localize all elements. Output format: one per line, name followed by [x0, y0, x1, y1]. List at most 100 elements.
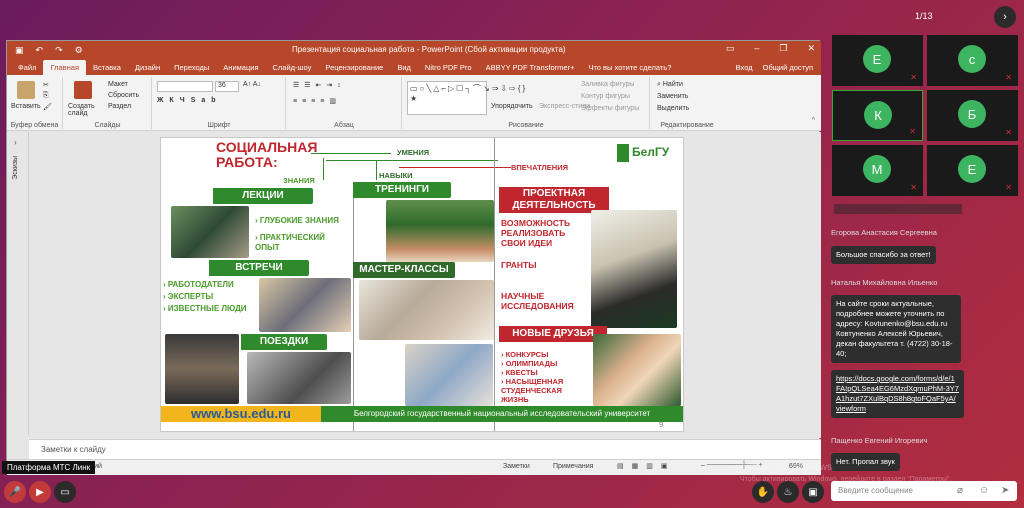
shape-fill-button[interactable]: Заливка фигуры — [581, 81, 634, 88]
new-slide-button[interactable]: Создать слайд — [68, 103, 106, 117]
shapes-gallery[interactable]: ▭○╲△⌐▷☐┐⌒↘⇒⇩⇨{}★ — [407, 81, 525, 115]
impressions-label: ВПЕЧАТЛЕНИЯ — [511, 163, 568, 172]
tell-me-search[interactable]: Что вы хотите сделать? — [581, 63, 678, 75]
editing-group: ⌕ Найти Заменить Выделить Редактирование — [651, 77, 723, 129]
participant-tile[interactable]: М ✕ — [832, 145, 923, 196]
form-link[interactable]: https://docs.google.com/forms/d/e/1FAIpQ… — [836, 374, 959, 413]
cut-icon[interactable]: ✂ — [43, 81, 49, 89]
chat-input[interactable]: Введите сообщение ⌀ ☺ ➤ — [831, 481, 1017, 501]
projects-photo — [591, 210, 677, 328]
tab-file[interactable]: Файл — [11, 63, 43, 75]
mic-off-icon: ✕ — [910, 183, 917, 192]
chat-author: Пащенко Евгений Игоревич — [831, 436, 928, 445]
chat-input-placeholder: Введите сообщение — [838, 486, 913, 495]
send-icon[interactable]: ➤ — [1001, 485, 1009, 496]
layout-button[interactable]: ▣ — [802, 481, 824, 503]
friends-banner: НОВЫЕ ДРУЗЬЯ — [499, 326, 607, 342]
expand-icon[interactable]: › — [14, 138, 17, 147]
tab-view[interactable]: Вид — [390, 63, 418, 75]
reactions-button[interactable]: ♨ — [777, 481, 799, 503]
participant-tile[interactable]: Е ✕ — [832, 35, 923, 86]
shape-outline-button[interactable]: Контур фигуры — [581, 93, 630, 100]
tab-home[interactable]: Главная — [43, 60, 86, 75]
participant-tile[interactable]: Б ✕ — [927, 90, 1018, 141]
divider — [494, 138, 495, 431]
meetings-item: › РАБОТОДАТЕЛИ — [163, 280, 234, 289]
font-grow-icon[interactable]: A↑ A↓ — [243, 81, 261, 88]
participant-tile[interactable]: К ✕ — [832, 90, 923, 141]
minimize-icon[interactable]: – — [754, 43, 759, 54]
next-slide-button[interactable]: › — [994, 6, 1016, 28]
status-bar: кий Заметки Примечания ▤▦▥▣ – ───────┼──… — [7, 459, 821, 475]
reset-button[interactable]: Сбросить — [108, 92, 139, 99]
arrange-button[interactable]: Упорядочить — [491, 103, 533, 110]
share-button[interactable]: Общий доступ — [763, 63, 813, 72]
meetings-banner: ВСТРЕЧИ — [209, 260, 309, 276]
replace-button[interactable]: Заменить — [657, 93, 688, 100]
shield-icon — [617, 144, 629, 162]
attach-icon[interactable]: ⌀ — [957, 485, 963, 496]
raise-hand-button[interactable]: ✋ — [752, 481, 774, 503]
tab-transitions[interactable]: Переходы — [167, 63, 216, 75]
comments-toggle[interactable]: Примечания — [553, 463, 593, 470]
paragraph-group-label: Абзац — [334, 122, 354, 129]
new-slide-icon[interactable] — [74, 81, 92, 99]
notes-pane[interactable]: Заметки к слайду — [29, 439, 821, 459]
mic-off-icon: ✕ — [910, 73, 917, 82]
tab-nitro[interactable]: Nitro PDF Pro — [418, 63, 479, 75]
font-size-select[interactable]: 36 — [215, 81, 239, 92]
align-buttons[interactable]: ≡≡≡≡▥ — [293, 97, 341, 105]
undo-icon[interactable]: ↶ — [36, 45, 44, 56]
section-button[interactable]: Раздел — [108, 103, 131, 110]
lectures-item: › ПРАКТИЧЕСКИЙ ОПЫТ — [255, 233, 325, 252]
copy-icon[interactable]: ⎘ — [43, 92, 49, 100]
tab-design[interactable]: Дизайн — [128, 63, 167, 75]
divider — [353, 188, 354, 431]
mic-toggle-button[interactable]: 🎤 — [4, 481, 26, 503]
maximize-icon[interactable]: ❐ — [779, 43, 787, 54]
hand-icon: ✋ — [756, 486, 770, 498]
thumbnail-pane[interactable]: › Эскизы — [7, 132, 29, 435]
find-button[interactable]: ⌕ Найти — [657, 81, 683, 89]
tab-insert[interactable]: Вставка — [86, 63, 128, 75]
participant-tile[interactable]: с ✕ — [927, 35, 1018, 86]
select-button[interactable]: Выделить — [657, 105, 689, 112]
tab-abbyy[interactable]: ABBYY PDF Transformer+ — [479, 63, 582, 75]
masterclasses-photo — [359, 280, 494, 340]
slide-title: СОЦИАЛЬНАЯ РАБОТА: — [216, 139, 318, 170]
slides-group-label: Слайды — [94, 122, 121, 129]
close-icon[interactable]: ✕ — [807, 43, 815, 54]
customize-icon[interactable]: ⚙ — [75, 45, 83, 56]
shape-effects-button[interactable]: Эффекты фигуры — [581, 105, 639, 112]
drawing-group-label: Рисование — [508, 122, 544, 129]
font-name-select[interactable] — [157, 81, 213, 92]
slide[interactable]: СОЦИАЛЬНАЯ РАБОТА: ЗНАНИЯ УМЕНИЯ НАВЫКИ В… — [160, 137, 684, 432]
paste-button[interactable]: Вставить — [11, 103, 41, 110]
trips-banner: ПОЕЗДКИ — [241, 334, 327, 350]
participant-tile[interactable]: Е ✕ — [927, 145, 1018, 196]
screen-share-button[interactable]: ▭ — [54, 481, 76, 503]
masterclasses-photo-2 — [405, 344, 493, 406]
paste-icon[interactable] — [17, 81, 35, 99]
emoji-icon[interactable]: ☺ — [979, 485, 989, 496]
list-buttons[interactable]: ☰☰⇤⇥↕ — [293, 81, 346, 89]
friends-item: › НАСЫЩЕННАЯ СТУДЕНЧЕСКАЯ ЖИЗНЬ — [501, 377, 564, 404]
save-icon[interactable]: ▣ — [15, 45, 24, 56]
notes-toggle[interactable]: Заметки — [503, 463, 530, 470]
collapse-ribbon-icon[interactable]: ^ — [812, 117, 815, 124]
paragraph-group: ☰☰⇤⇥↕ ≡≡≡≡▥ Абзац — [287, 77, 402, 129]
tab-review[interactable]: Рецензирование — [318, 63, 390, 75]
font-style-buttons[interactable]: ЖКЧSab — [157, 97, 222, 104]
camera-toggle-button[interactable]: ▶ — [29, 481, 51, 503]
tab-animation[interactable]: Анимация — [216, 63, 265, 75]
layout-button[interactable]: Макет — [108, 81, 128, 88]
ribbon-options-icon[interactable]: ▭ — [726, 43, 735, 54]
trips-photo — [165, 334, 239, 404]
format-painter-icon[interactable]: 🖌 — [43, 103, 52, 111]
redo-icon[interactable]: ↷ — [55, 45, 63, 56]
tab-slideshow[interactable]: Слайд-шоу — [266, 63, 319, 75]
view-buttons[interactable]: ▤▦▥▣ — [617, 462, 675, 470]
mic-off-icon: ✕ — [909, 127, 916, 136]
platform-tooltip: Платформа МТС Линк — [2, 461, 96, 474]
signin-link[interactable]: Вход — [736, 63, 753, 72]
